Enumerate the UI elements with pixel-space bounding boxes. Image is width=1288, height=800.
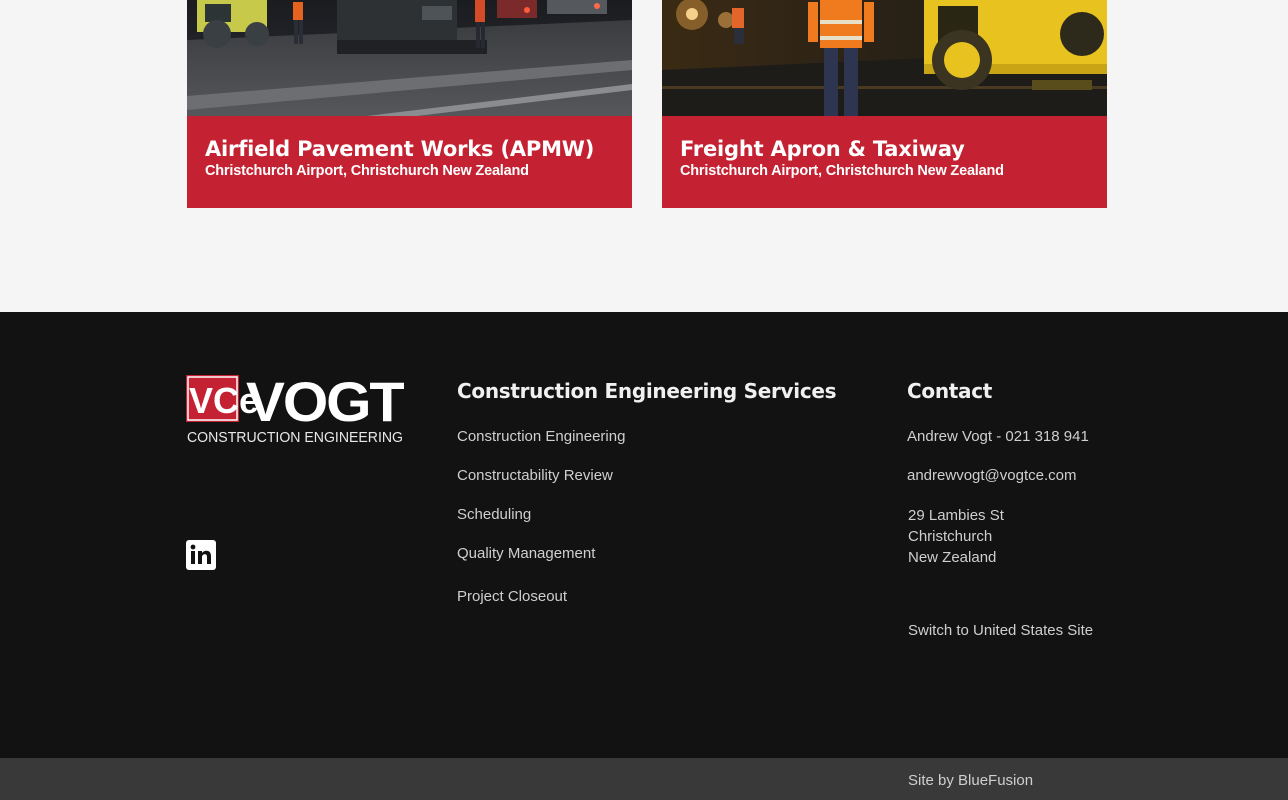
project-caption-freight-apron: Freight Apron & Taxiway Christchurch Air… xyxy=(662,116,1107,208)
project-card-freight-apron[interactable]: Freight Apron & Taxiway Christchurch Air… xyxy=(662,0,1107,208)
address-line: Christchurch xyxy=(908,528,993,545)
project-photo-apmw xyxy=(187,0,632,116)
service-link-scheduling[interactable]: Scheduling xyxy=(457,506,531,523)
project-title[interactable]: Freight Apron & Taxiway xyxy=(680,136,1089,162)
project-photo-freight-apron xyxy=(662,0,1107,116)
site-credit-link[interactable]: Site by BlueFusion xyxy=(908,772,1033,789)
services-heading: Construction Engineering Services xyxy=(457,379,837,403)
contact-email[interactable]: andrewvogt@vogtce.com xyxy=(907,467,1076,484)
switch-site-link[interactable]: Switch to United States Site xyxy=(908,622,1093,639)
address-line: 29 Lambies St xyxy=(908,507,1004,524)
vogt-logo[interactable]: VCe VOGT CONSTRUCTION ENGINEERING xyxy=(186,375,404,445)
project-location: Christchurch Airport, Christchurch New Z… xyxy=(205,163,529,179)
project-caption-apmw: Airfield Pavement Works (APMW) Christchu… xyxy=(187,116,632,208)
contact-phone[interactable]: Andrew Vogt - 021 318 941 xyxy=(907,428,1089,445)
logo-wordmark: VOGT xyxy=(246,375,404,433)
bottom-bar: Site by BlueFusion xyxy=(0,758,1288,800)
projects-section: Airfield Pavement Works (APMW) Christchu… xyxy=(0,0,1288,312)
address-line: New Zealand xyxy=(908,549,997,566)
linkedin-icon[interactable] xyxy=(186,540,216,570)
project-card-apmw[interactable]: Airfield Pavement Works (APMW) Christchu… xyxy=(187,0,632,208)
service-link-construction-engineering[interactable]: Construction Engineering xyxy=(457,428,625,445)
service-link-quality-management[interactable]: Quality Management xyxy=(457,545,595,562)
logo-tagline: CONSTRUCTION ENGINEERING xyxy=(187,430,403,445)
contact-heading: Contact xyxy=(907,379,993,403)
project-location: Christchurch Airport, Christchurch New Z… xyxy=(680,163,1004,179)
service-link-project-closeout[interactable]: Project Closeout xyxy=(457,588,567,605)
site-footer: VCe VOGT CONSTRUCTION ENGINEERING Constr… xyxy=(0,312,1288,758)
service-link-constructability-review[interactable]: Constructability Review xyxy=(457,467,613,484)
contact-address: 29 Lambies St Christchurch New Zealand xyxy=(908,505,1004,568)
project-title[interactable]: Airfield Pavement Works (APMW) xyxy=(205,136,614,162)
